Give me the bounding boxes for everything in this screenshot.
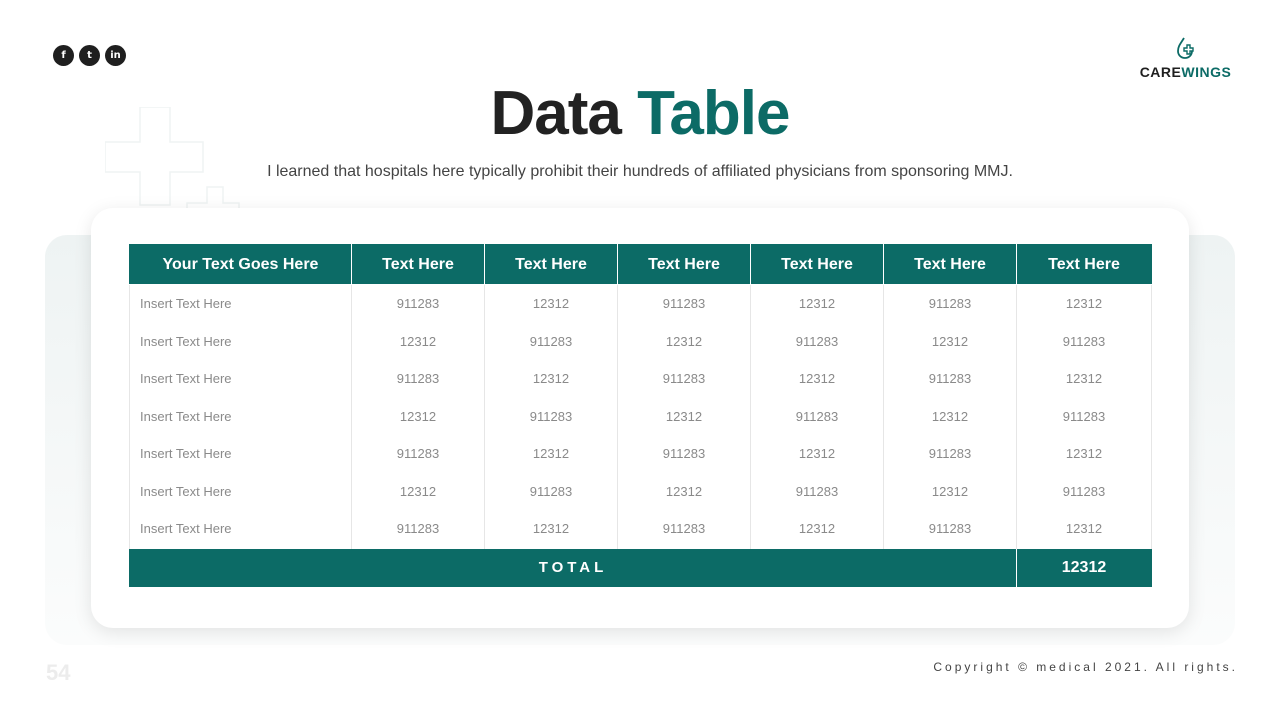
page-number: 54 (46, 660, 71, 685)
row-label: Insert Text Here (129, 360, 352, 398)
table-cell: 12312 (883, 322, 1017, 360)
table-cell: 12312 (484, 360, 618, 398)
row-label: Insert Text Here (129, 322, 352, 360)
table-cell: 12312 (750, 510, 884, 548)
brand-logo: CAREWINGS (1138, 36, 1233, 80)
column-header: Text Here (750, 244, 884, 285)
table-cell: 911283 (883, 284, 1017, 323)
row-label: Insert Text Here (129, 284, 352, 323)
table-row: Insert Text Here 911283 12312 911283 123… (129, 360, 1152, 398)
table-cell: 911283 (750, 322, 884, 360)
table-cell: 12312 (484, 510, 618, 548)
table-cell: 911283 (750, 472, 884, 510)
table-cell: 12312 (351, 322, 485, 360)
table-row: Insert Text Here 12312 911283 12312 9112… (129, 472, 1152, 510)
total-label: TOTAL (129, 547, 1017, 588)
page-subtitle: I learned that hospitals here typically … (267, 163, 1013, 180)
column-header: Text Here (1016, 244, 1152, 285)
column-header: Text Here (617, 244, 751, 285)
table-cell: 911283 (351, 284, 485, 323)
table-row: Insert Text Here 12312 911283 12312 9112… (129, 322, 1152, 360)
table-cell: 12312 (750, 360, 884, 398)
title-part-dark: Data (490, 79, 622, 148)
table-cell: 911283 (617, 360, 751, 398)
table-row: Insert Text Here 12312 911283 12312 9112… (129, 397, 1152, 435)
table-row: Insert Text Here 911283 12312 911283 123… (129, 510, 1152, 548)
table-cell: 12312 (750, 284, 884, 323)
table-cell: 911283 (617, 510, 751, 548)
column-header: Text Here (351, 244, 485, 285)
table-cell: 911283 (351, 435, 485, 473)
table-cell: 12312 (484, 284, 618, 323)
table-cell: 12312 (617, 322, 751, 360)
row-label: Insert Text Here (129, 397, 352, 435)
table-cell: 911283 (1016, 472, 1152, 510)
table-cell: 911283 (484, 397, 618, 435)
table-cell: 12312 (1016, 435, 1152, 473)
table-row: Insert Text Here 911283 12312 911283 123… (129, 435, 1152, 473)
table-cell: 911283 (351, 360, 485, 398)
table-cell: 12312 (750, 435, 884, 473)
table-cell: 12312 (1016, 284, 1152, 323)
table-row: Insert Text Here 911283 12312 911283 123… (129, 284, 1152, 323)
table-cell: 12312 (351, 397, 485, 435)
facebook-icon[interactable]: f (53, 45, 74, 66)
table-cell: 911283 (484, 322, 618, 360)
social-links: f t in (53, 45, 126, 66)
table-cell: 911283 (617, 284, 751, 323)
table-cell: 911283 (1016, 322, 1152, 360)
column-header: Text Here (484, 244, 618, 285)
column-header: Text Here (883, 244, 1017, 285)
twitter-icon[interactable]: t (79, 45, 100, 66)
table-cell: 911283 (883, 435, 1017, 473)
total-row: TOTAL 12312 (129, 547, 1152, 588)
row-label: Insert Text Here (129, 472, 352, 510)
table-cell: 911283 (883, 360, 1017, 398)
table-cell: 12312 (1016, 360, 1152, 398)
row-label: Insert Text Here (129, 435, 352, 473)
linkedin-icon[interactable]: in (105, 45, 126, 66)
table-cell: 12312 (883, 397, 1017, 435)
table-cell: 12312 (883, 472, 1017, 510)
data-table: Your Text Goes Here Text Here Text Here … (129, 244, 1152, 588)
column-header: Your Text Goes Here (129, 244, 352, 285)
row-label: Insert Text Here (129, 510, 352, 548)
table-header-row: Your Text Goes Here Text Here Text Here … (129, 244, 1152, 285)
table-cell: 911283 (1016, 397, 1152, 435)
table-cell: 12312 (351, 472, 485, 510)
table-cell: 911283 (617, 435, 751, 473)
table-cell: 12312 (1016, 510, 1152, 548)
table-cell: 911283 (351, 510, 485, 548)
table-cell: 12312 (617, 472, 751, 510)
total-value: 12312 (1016, 547, 1152, 588)
page-title: Data Table (0, 78, 1280, 149)
table-cell: 911283 (484, 472, 618, 510)
copyright-text: Copyright © medical 2021. All rights. (933, 660, 1238, 674)
table-cell: 911283 (883, 510, 1017, 548)
table-cell: 12312 (484, 435, 618, 473)
table-cell: 12312 (617, 397, 751, 435)
title-part-accent: Table (637, 79, 790, 148)
table-cell: 911283 (750, 397, 884, 435)
medical-drop-cross-icon (1176, 37, 1194, 59)
